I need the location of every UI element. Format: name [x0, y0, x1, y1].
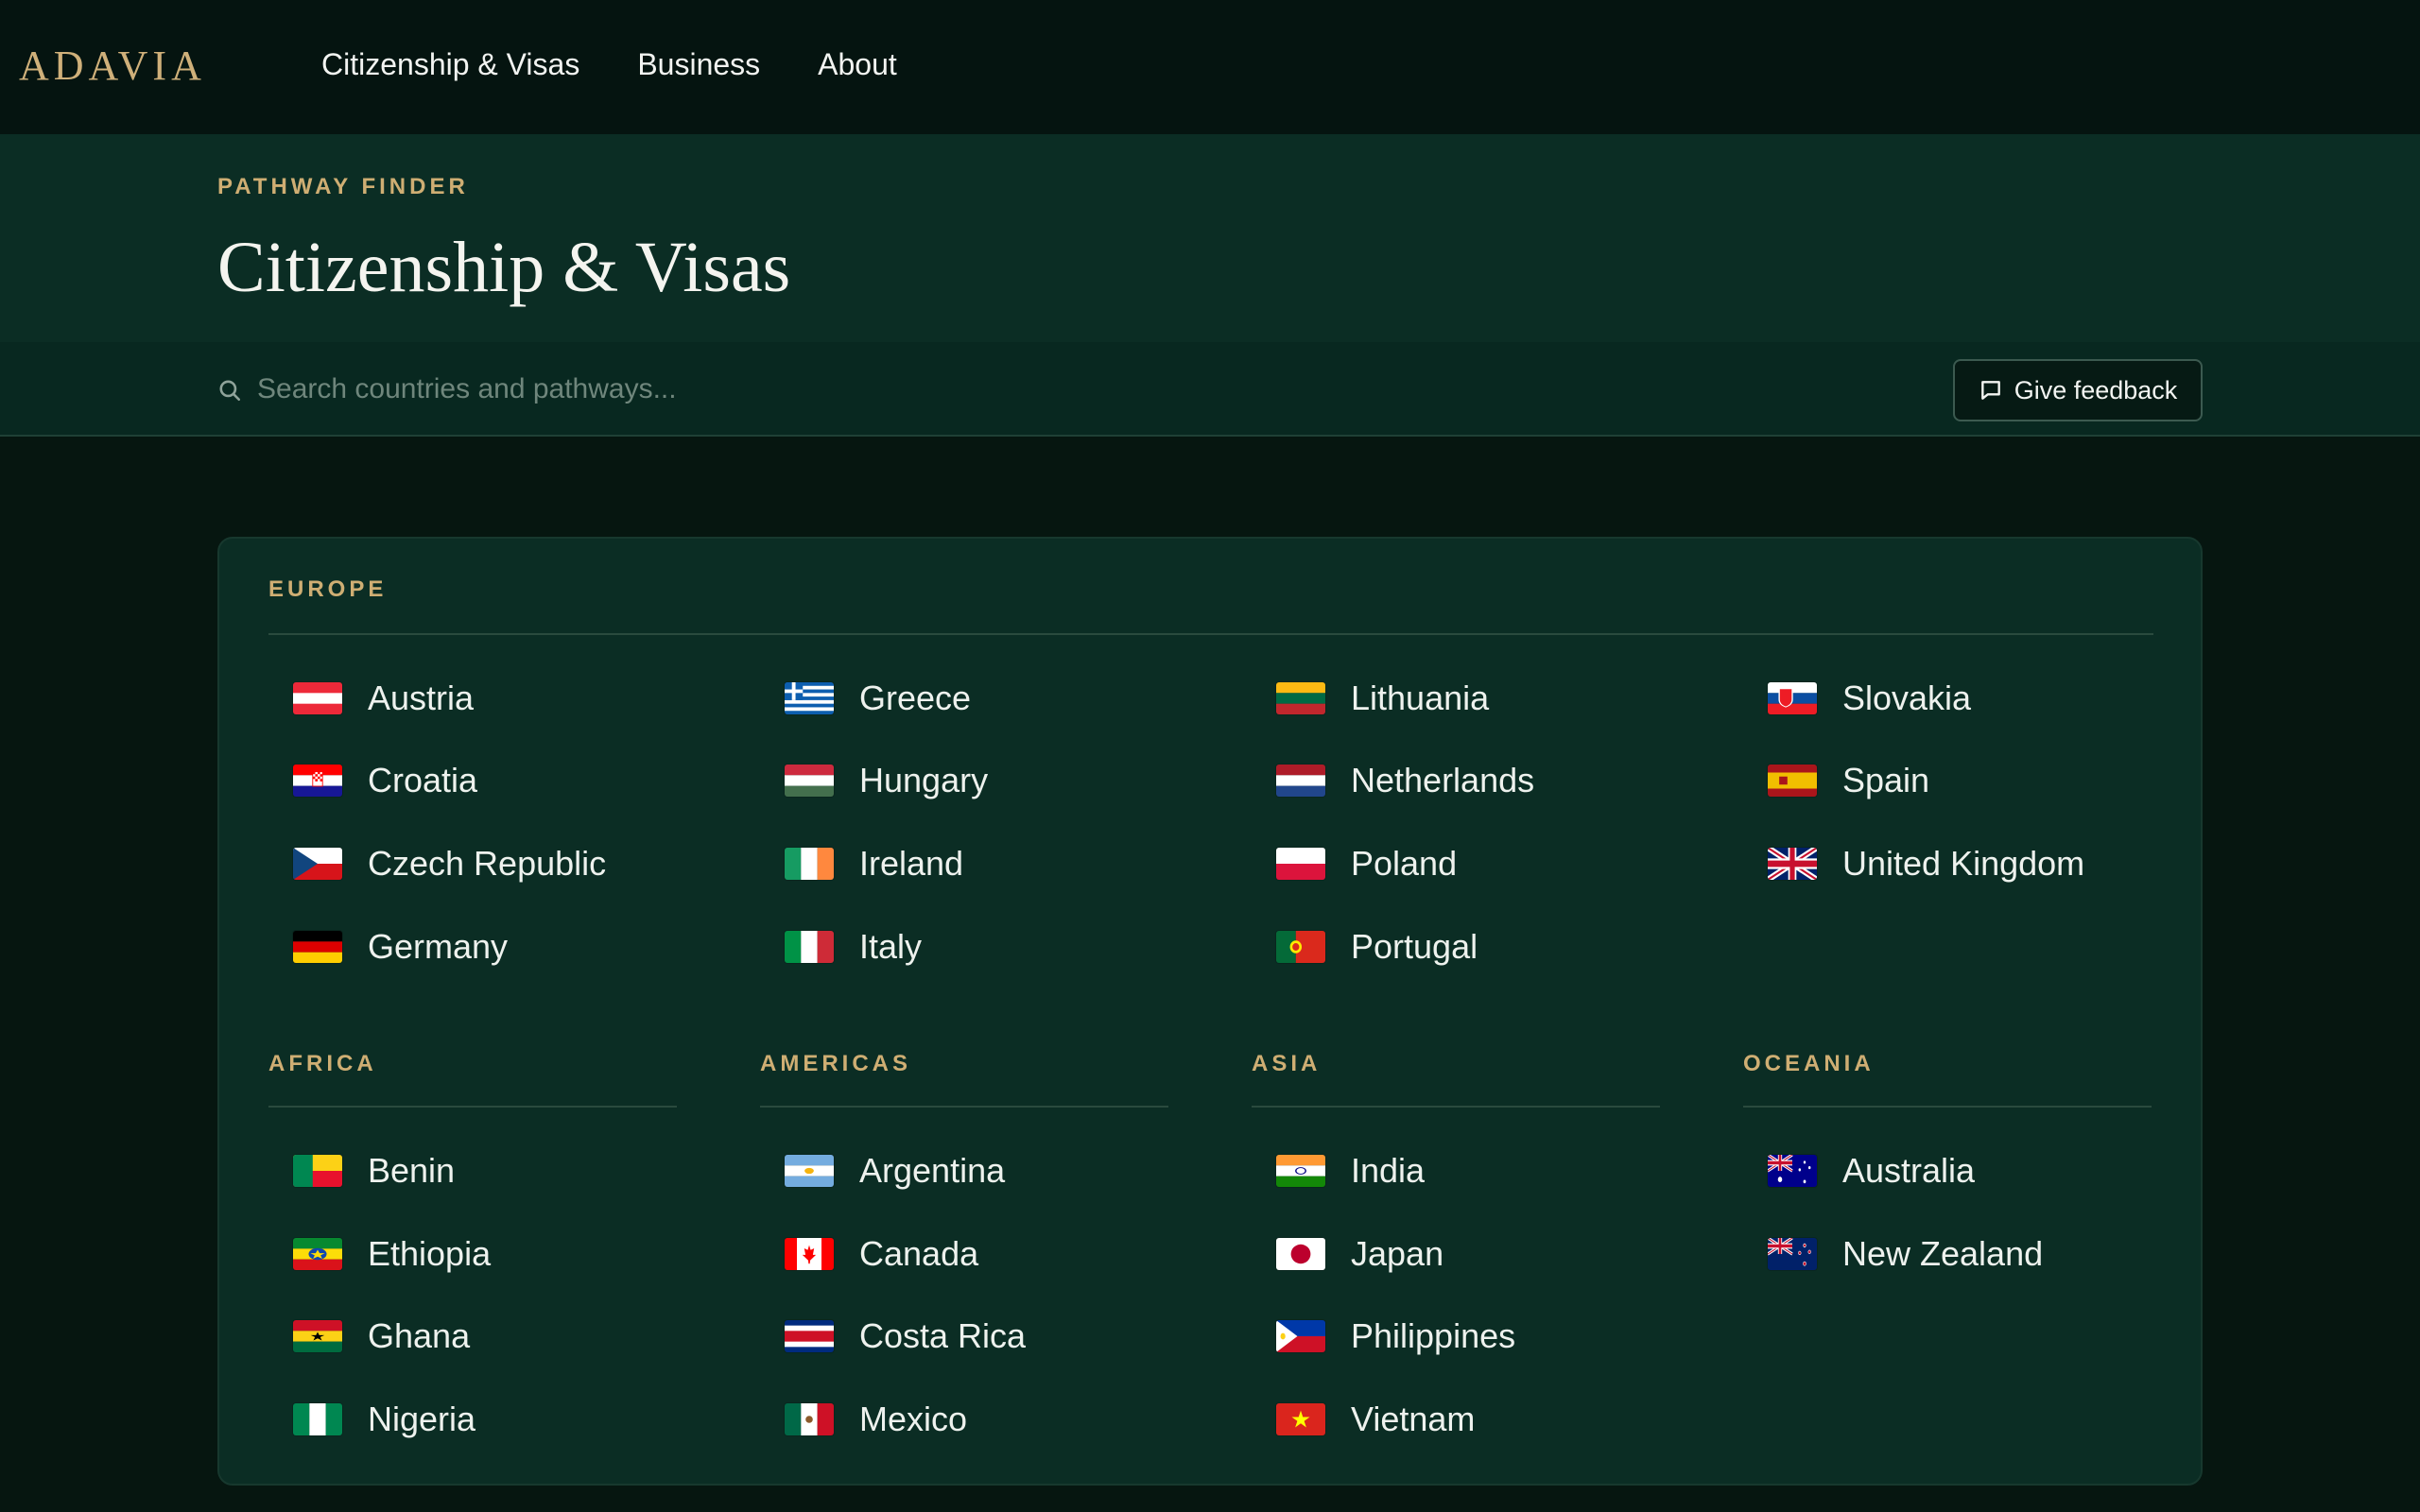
spain-flag-icon [1768, 765, 1817, 797]
croatia-flag-icon [293, 765, 342, 797]
give-feedback-button[interactable]: Give feedback [1953, 359, 2203, 421]
region-title-oceania: OCEANIA [1743, 1051, 1875, 1076]
slovakia-flag-icon [1768, 682, 1817, 714]
philippines-flag-icon [1276, 1320, 1325, 1352]
country-portugal[interactable]: Portugal [1276, 923, 1478, 971]
page-title: Citizenship & Visas [217, 228, 791, 307]
logo[interactable]: ADAVIA [19, 42, 206, 90]
region-divider [1743, 1106, 2152, 1108]
benin-flag-icon [293, 1155, 342, 1187]
nav-link-business[interactable]: Business [637, 47, 760, 82]
search-icon [219, 380, 241, 402]
country-germany[interactable]: Germany [293, 923, 508, 971]
country-croatia[interactable]: Croatia [293, 757, 477, 804]
austria-flag-icon [293, 682, 342, 714]
netherlands-flag-icon [1276, 765, 1325, 797]
country-czech-republic[interactable]: Czech Republic [293, 840, 606, 887]
country-india[interactable]: India [1276, 1147, 1425, 1194]
country-australia[interactable]: Australia [1768, 1147, 1975, 1194]
give-feedback-label: Give feedback [2014, 375, 2178, 404]
region-divider [1252, 1106, 1660, 1108]
country-ghana[interactable]: Ghana [293, 1313, 470, 1360]
ethiopia-flag-icon [293, 1238, 342, 1270]
country-spain[interactable]: Spain [1768, 757, 1929, 804]
poland-flag-icon [1276, 848, 1325, 880]
nav-links: Citizenship & Visas Business About [321, 47, 897, 82]
country-canada[interactable]: Canada [785, 1230, 978, 1278]
country-vietnam[interactable]: Vietnam [1276, 1396, 1475, 1443]
country-argentina[interactable]: Argentina [785, 1147, 1005, 1194]
australia-flag-icon [1768, 1155, 1817, 1187]
ireland-flag-icon [785, 848, 834, 880]
country-lithuania[interactable]: Lithuania [1276, 675, 1489, 722]
greece-flag-icon [785, 682, 834, 714]
costa-rica-flag-icon [785, 1320, 834, 1352]
country-poland[interactable]: Poland [1276, 840, 1457, 887]
india-flag-icon [1276, 1155, 1325, 1187]
region-divider [268, 633, 2153, 635]
country-ethiopia[interactable]: Ethiopia [293, 1230, 491, 1278]
region-title-americas: AMERICAS [760, 1051, 912, 1076]
regions-card: EUROPE Austria Croatia Czech Republic Ge… [217, 537, 2203, 1486]
new-zealand-flag-icon [1768, 1238, 1817, 1270]
country-netherlands[interactable]: Netherlands [1276, 757, 1534, 804]
top-navigation: ADAVIA Citizenship & Visas Business Abou… [0, 0, 2420, 134]
search-bar: Give feedback [0, 342, 2420, 437]
region-title-africa: AFRICA [268, 1051, 377, 1076]
country-nigeria[interactable]: Nigeria [293, 1396, 475, 1443]
germany-flag-icon [293, 931, 342, 963]
country-costa-rica[interactable]: Costa Rica [785, 1313, 1026, 1360]
country-hungary[interactable]: Hungary [785, 757, 988, 804]
country-greece[interactable]: Greece [785, 675, 971, 722]
country-japan[interactable]: Japan [1276, 1230, 1443, 1278]
canada-flag-icon [785, 1238, 834, 1270]
country-ireland[interactable]: Ireland [785, 840, 963, 887]
country-benin[interactable]: Benin [293, 1147, 455, 1194]
portugal-flag-icon [1276, 931, 1325, 963]
message-square-icon [1980, 381, 2000, 400]
eyebrow-label: PATHWAY FINDER [217, 174, 469, 199]
region-divider [268, 1106, 677, 1108]
page-header: PATHWAY FINDER Citizenship & Visas [0, 134, 2420, 342]
country-new-zealand[interactable]: New Zealand [1768, 1230, 2043, 1278]
hungary-flag-icon [785, 765, 834, 797]
region-title-asia: ASIA [1252, 1051, 1322, 1076]
country-united-kingdom[interactable]: United Kingdom [1768, 840, 2084, 887]
italy-flag-icon [785, 931, 834, 963]
country-mexico[interactable]: Mexico [785, 1396, 967, 1443]
region-divider [760, 1106, 1168, 1108]
united-kingdom-flag-icon [1768, 848, 1817, 880]
country-italy[interactable]: Italy [785, 923, 922, 971]
lithuania-flag-icon [1276, 682, 1325, 714]
nav-link-about[interactable]: About [818, 47, 897, 82]
nigeria-flag-icon [293, 1403, 342, 1435]
japan-flag-icon [1276, 1238, 1325, 1270]
vietnam-flag-icon [1276, 1403, 1325, 1435]
ghana-flag-icon [293, 1320, 342, 1352]
search-input[interactable] [257, 369, 1108, 410]
country-slovakia[interactable]: Slovakia [1768, 675, 1971, 722]
country-philippines[interactable]: Philippines [1276, 1313, 1515, 1360]
region-title-europe: EUROPE [268, 576, 388, 602]
country-austria[interactable]: Austria [293, 675, 474, 722]
mexico-flag-icon [785, 1403, 834, 1435]
nav-link-citizenship-visas[interactable]: Citizenship & Visas [321, 47, 579, 82]
argentina-flag-icon [785, 1155, 834, 1187]
czech-republic-flag-icon [293, 848, 342, 880]
